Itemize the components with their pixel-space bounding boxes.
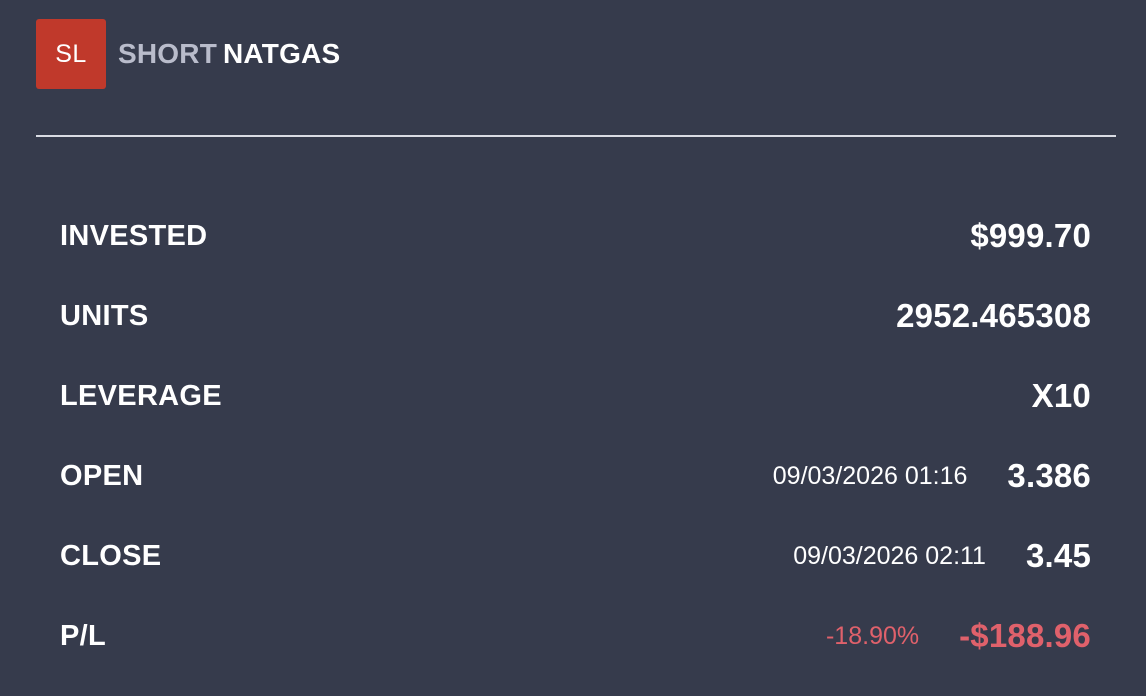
units-value: 2952.465308 xyxy=(896,297,1091,334)
close-row: CLOSE 09/03/2026 02:11 3.45 xyxy=(60,516,1091,596)
instrument-symbol: NATGAS xyxy=(223,38,341,69)
units-row: UNITS 2952.465308 xyxy=(60,276,1091,356)
stop-loss-badge: SL xyxy=(36,19,106,89)
pl-amount: -$188.96 xyxy=(959,617,1091,654)
open-timestamp: 09/03/2026 01:16 xyxy=(772,461,968,490)
pl-percent: -18.90% xyxy=(825,621,920,650)
close-price: 3.45 xyxy=(1025,537,1091,574)
open-row: OPEN 09/03/2026 01:16 3.386 xyxy=(60,436,1091,516)
invested-value: $999.70 xyxy=(970,217,1091,254)
leverage-label: LEVERAGE xyxy=(60,379,222,412)
invested-label: INVESTED xyxy=(60,219,208,252)
leverage-row: LEVERAGE X10 xyxy=(60,356,1091,436)
open-label: OPEN xyxy=(60,459,144,492)
invested-row: INVESTED $999.70 xyxy=(60,196,1091,276)
close-label: CLOSE xyxy=(60,539,162,572)
position-direction: SHORT xyxy=(118,38,217,69)
position-title: SHORT NATGAS xyxy=(118,38,340,70)
open-price: 3.386 xyxy=(1007,457,1091,494)
leverage-value: X10 xyxy=(1031,377,1091,414)
pl-label: P/L xyxy=(60,619,107,652)
close-timestamp: 09/03/2026 02:11 xyxy=(793,541,986,570)
units-label: UNITS xyxy=(60,299,149,332)
header-divider xyxy=(36,135,1116,137)
pl-row: P/L -18.90% -$188.96 xyxy=(60,596,1091,676)
position-header: SL SHORT NATGAS xyxy=(36,19,340,89)
